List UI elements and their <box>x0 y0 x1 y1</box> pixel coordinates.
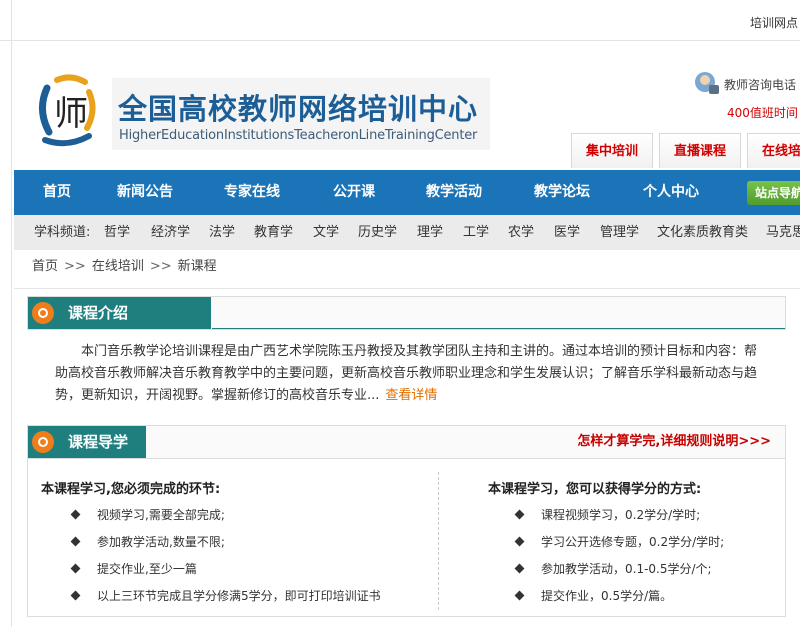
page-left-border <box>11 0 12 627</box>
site-title[interactable]: 全国高校教师网络培训中心 <box>118 86 478 128</box>
subject-literature[interactable]: 文学 <box>313 215 339 250</box>
subject-medicine[interactable]: 医学 <box>554 215 580 250</box>
tab-centralized-training[interactable]: 集中培训 <box>571 133 654 168</box>
list-item: 视频学习,需要全部完成; <box>70 506 225 523</box>
nav-news[interactable]: 新闻公告 <box>117 170 173 215</box>
diamond-bullet-icon <box>514 509 525 520</box>
tab-live-courses[interactable]: 直播课程 <box>659 133 742 168</box>
view-details-link[interactable]: 查看详情 <box>385 388 437 403</box>
course-guide-header: 课程导学 怎样才算学完,详细规则说明>>> <box>27 425 786 459</box>
top-bar: 培训网点 <box>0 0 800 41</box>
logo-mark-text: 师 <box>54 94 88 134</box>
list-item: 提交作业，0.5学分/篇。 <box>514 587 672 604</box>
nav-open-courses[interactable]: 公开课 <box>333 170 375 215</box>
nav-teaching-activities[interactable]: 教学活动 <box>426 170 482 215</box>
diamond-bullet-icon <box>70 536 81 547</box>
subject-agriculture[interactable]: 农学 <box>508 215 534 250</box>
circle-bullet-icon <box>32 302 54 324</box>
training-sites-link[interactable]: 培训网点 <box>750 14 798 31</box>
list-item: 课程视频学习，0.2学分/学时; <box>514 506 700 523</box>
site-guide-button[interactable]: 站点导航 <box>747 181 800 205</box>
course-intro-title: 课程介绍 <box>68 304 129 322</box>
list-item: 参加教学活动，0.1-0.5学分/个; <box>514 560 712 577</box>
circle-bullet-icon <box>32 431 54 453</box>
tab-online-training[interactable]: 在线培训 <box>747 133 800 168</box>
course-guide-box: 本课程学习,您必须完成的环节: 视频学习,需要全部完成; 参加教学活动,数量不限… <box>27 458 786 617</box>
list-item: 提交作业,至少一篇 <box>70 560 197 577</box>
breadcrumb: 首页 >> 在线培训 >> 新课程 <box>32 255 217 274</box>
breadcrumb-online-training[interactable]: 在线培训 <box>92 259 144 274</box>
subject-philosophy[interactable]: 哲学 <box>104 215 130 250</box>
completion-rules-link[interactable]: 怎样才算学完,详细规则说明>>> <box>577 426 771 458</box>
nav-personal-center[interactable]: 个人中心 <box>643 170 699 215</box>
course-intro-text: 本门音乐教学论培训课程是由广西艺术学院陈玉丹教授及其教学团队主持和主讲的。通过本… <box>55 341 757 407</box>
site-title-english: HigherEducationInstitutionsTeacheronLine… <box>119 128 478 143</box>
subject-channel-bar: 学科频道: 哲学 经济学 法学 教育学 文学 历史学 理学 工学 农学 医学 管… <box>14 215 800 250</box>
subject-cultural-quality[interactable]: 文化素质教育类 <box>657 215 748 250</box>
subject-economics[interactable]: 经济学 <box>151 215 190 250</box>
nav-experts[interactable]: 专家在线 <box>224 170 280 215</box>
diamond-bullet-icon <box>70 563 81 574</box>
subject-engineering[interactable]: 工学 <box>463 215 489 250</box>
diamond-bullet-icon <box>514 590 525 601</box>
course-intro-tab: 课程介绍 <box>28 297 211 329</box>
phone-support-icon <box>695 72 719 94</box>
subject-channel-label: 学科频道: <box>34 225 91 240</box>
breadcrumb-current: 新课程 <box>177 259 217 274</box>
subject-science[interactable]: 理学 <box>417 215 443 250</box>
course-intro-header: 课程介绍 <box>27 296 786 330</box>
subject-education[interactable]: 教育学 <box>254 215 293 250</box>
course-guide-tab: 课程导学 <box>28 426 146 458</box>
subject-law[interactable]: 法学 <box>209 215 235 250</box>
diamond-bullet-icon <box>70 509 81 520</box>
consult-hours: 400值班时间 <box>727 106 798 120</box>
list-item: 学习公开选修专题，0.2学分/学时; <box>514 533 724 550</box>
column-divider <box>438 472 439 610</box>
divider <box>14 288 800 289</box>
diamond-bullet-icon <box>514 563 525 574</box>
consult-phone-label: 教师咨询电话 <box>724 78 797 92</box>
nav-home[interactable]: 首页 <box>43 170 71 215</box>
diamond-bullet-icon <box>70 590 81 601</box>
subject-management[interactable]: 管理学 <box>600 215 639 250</box>
breadcrumb-separator: >> <box>64 259 86 274</box>
subject-marxism[interactable]: 马克思 <box>766 215 800 250</box>
breadcrumb-separator: >> <box>149 259 172 274</box>
credit-methods-title: 本课程学习，您可以获得学分的方式: <box>488 482 702 497</box>
main-nav: 首页 新闻公告 专家在线 公开课 教学活动 教学论坛 个人中心 <box>14 170 800 215</box>
required-steps-title: 本课程学习,您必须完成的环节: <box>41 482 221 497</box>
course-guide-title: 课程导学 <box>68 433 129 451</box>
logo-mark-icon: 师 <box>39 74 96 147</box>
diamond-bullet-icon <box>514 536 525 547</box>
list-item: 参加教学活动,数量不限; <box>70 533 225 550</box>
subject-history[interactable]: 历史学 <box>358 215 397 250</box>
nav-forum[interactable]: 教学论坛 <box>534 170 590 215</box>
breadcrumb-home[interactable]: 首页 <box>32 259 58 274</box>
header-tabs: 集中培训 直播课程 在线培训 <box>571 133 800 169</box>
list-item: 以上三环节完成且学分修满5学分，即可打印培训证书 <box>70 587 381 604</box>
section-rule <box>212 328 785 329</box>
